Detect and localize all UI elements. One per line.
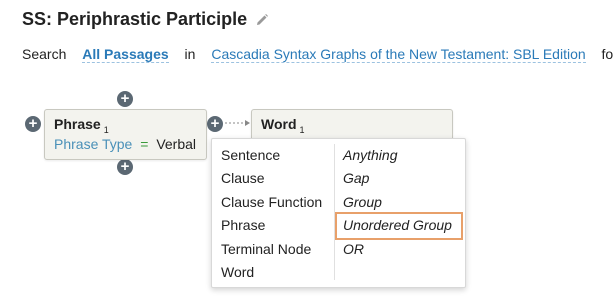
phrase-type-constraint[interactable]: Phrase Type = Verbal — [54, 136, 196, 152]
menu-item-or[interactable]: OR — [343, 238, 469, 261]
word-node[interactable]: Word 1 — [251, 109, 453, 141]
constraint-value: Verbal — [156, 136, 197, 152]
dotted-arrow-connector — [225, 120, 250, 126]
search-scope-line: Search All Passages in Cascadia Syntax G… — [22, 46, 614, 63]
page-header: SS: Periphrastic Participle — [22, 9, 269, 30]
menu-item-unordered-group[interactable]: Unordered Group — [335, 212, 463, 240]
menu-item-clause[interactable]: Clause — [221, 167, 341, 190]
phrase-node-index: 1 — [103, 124, 109, 135]
add-node-menu: Sentence Clause Clause Function Phrase T… — [211, 138, 466, 288]
word-node-label: Word — [261, 116, 297, 132]
menu-item-anything[interactable]: Anything — [343, 144, 469, 167]
menu-item-sentence[interactable]: Sentence — [221, 144, 341, 167]
menu-item-phrase[interactable]: Phrase — [221, 214, 341, 237]
constraint-key: Phrase Type — [54, 136, 133, 152]
constraint-operator: = — [140, 136, 149, 152]
all-passages-link[interactable]: All Passages — [82, 46, 169, 63]
add-right-button[interactable]: + — [207, 116, 223, 132]
menu-item-gap[interactable]: Gap — [343, 167, 469, 190]
word-node-title: Word 1 — [261, 116, 305, 135]
phrase-node-title: Phrase 1 — [54, 116, 109, 135]
edit-pencil-icon[interactable] — [255, 13, 269, 27]
word-node-index: 1 — [299, 124, 305, 135]
in-label: in — [184, 46, 196, 62]
menu-item-terminal-node[interactable]: Terminal Node — [221, 238, 341, 261]
menu-item-group[interactable]: Group — [343, 191, 469, 214]
menu-item-clause-function[interactable]: Clause Function — [221, 191, 341, 214]
node-type-column: Sentence Clause Clause Function Phrase T… — [221, 144, 341, 284]
page-title: SS: Periphrastic Participle — [22, 9, 248, 29]
phrase-node[interactable]: Phrase 1 Phrase Type = Verbal — [44, 109, 207, 160]
add-below-button[interactable]: + — [117, 159, 133, 175]
menu-item-word[interactable]: Word — [221, 261, 341, 284]
add-above-button[interactable]: + — [117, 91, 133, 107]
resource-link[interactable]: Cascadia Syntax Graphs of the New Testam… — [211, 46, 586, 63]
special-node-column: Anything Gap Group Unordered Group OR — [334, 144, 469, 280]
phrase-node-label: Phrase — [54, 116, 101, 132]
for-label: for — [601, 46, 614, 62]
add-left-button[interactable]: + — [25, 116, 41, 132]
search-label: Search — [22, 46, 67, 62]
